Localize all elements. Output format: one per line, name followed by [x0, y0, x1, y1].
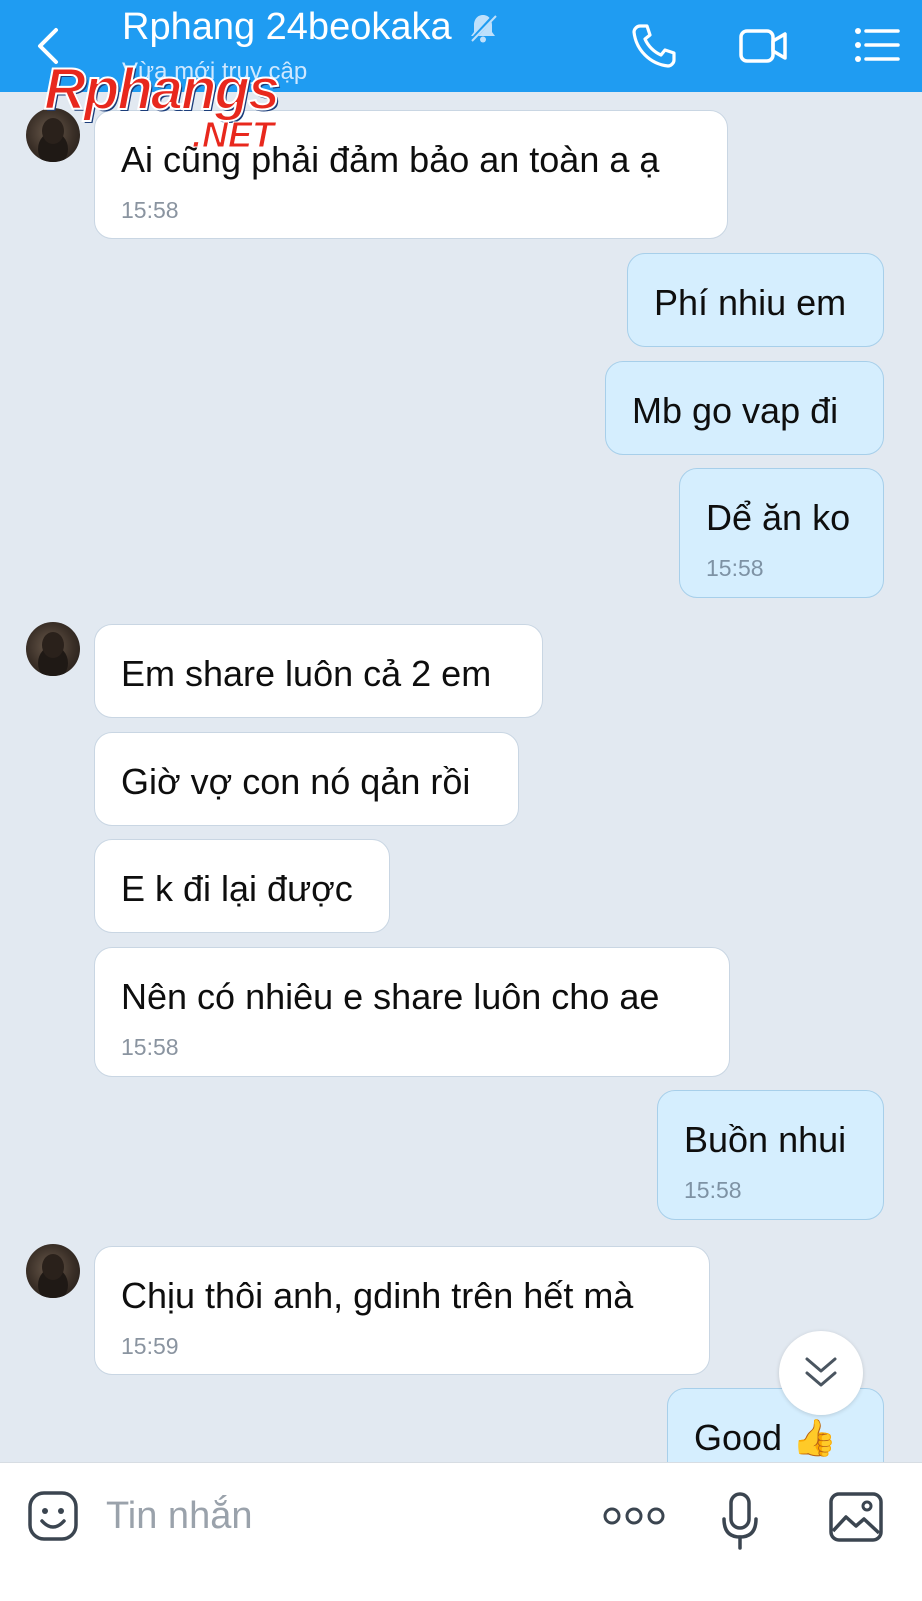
message-time: 15:59	[121, 1333, 179, 1359]
avatar[interactable]	[26, 108, 80, 162]
message-text: Em share luôn cả 2 em	[121, 653, 492, 694]
message-time: 15:58	[706, 555, 764, 581]
avatar[interactable]	[26, 622, 80, 676]
chat-title-wrap[interactable]: Rphang 24beokaka	[122, 6, 498, 49]
scroll-to-bottom-button[interactable]	[779, 1331, 863, 1415]
message-time: 15:58	[121, 197, 179, 223]
message-time: 15:58	[684, 1177, 742, 1203]
message-bubble-incoming[interactable]: Chịu thôi anh, gdinh trên hết mà 15:59	[94, 1246, 710, 1375]
message-text: Chịu thôi anh, gdinh trên hết mà	[121, 1275, 634, 1316]
message-text: Dể ăn ko	[706, 497, 851, 538]
message-bubble-incoming[interactable]: E k đi lại được	[94, 839, 390, 933]
message-composer	[0, 1462, 922, 1601]
message-bubble-incoming[interactable]: Ai cũng phải đảm bảo an toàn a ạ 15:58	[94, 110, 728, 239]
chat-header: Rphang 24beokaka Vừa mới truy cập	[0, 0, 922, 92]
list-menu-icon[interactable]	[852, 20, 904, 72]
double-chevron-down-icon	[805, 1357, 837, 1387]
message-bubble-outgoing[interactable]: Dể ăn ko 15:58	[679, 468, 884, 598]
message-bubble-incoming[interactable]: Giờ vợ con nó qản rồi	[94, 732, 519, 826]
message-text: E k đi lại được	[121, 868, 353, 909]
more-dots-icon[interactable]	[602, 1503, 666, 1529]
emoji-icon[interactable]	[26, 1489, 80, 1543]
message-text: Mb go vap đi	[632, 390, 839, 431]
message-bubble-outgoing[interactable]: Phí nhiu em	[627, 253, 884, 347]
chevron-left-icon[interactable]	[30, 22, 66, 70]
message-text: Buồn nhui	[684, 1119, 847, 1160]
last-seen-status: Vừa mới truy cập	[122, 58, 308, 85]
message-text: Ai cũng phải đảm bảo an toàn a ạ	[121, 139, 660, 180]
message-bubble-incoming[interactable]: Nên có nhiêu e share luôn cho ae 15:58	[94, 947, 730, 1077]
message-text: Giờ vợ con nó qản rồi	[121, 761, 471, 802]
message-text: Good 👍	[694, 1417, 837, 1458]
phone-icon[interactable]	[628, 20, 680, 72]
message-input[interactable]	[104, 1487, 568, 1545]
message-text: Phí nhiu em	[654, 282, 847, 323]
message-text: Nên có nhiêu e share luôn cho ae	[121, 976, 660, 1017]
message-time: 15:58	[121, 1034, 179, 1060]
message-bubble-incoming[interactable]: Em share luôn cả 2 em	[94, 624, 543, 718]
image-icon[interactable]	[828, 1491, 884, 1543]
message-bubble-outgoing[interactable]: Buồn nhui 15:58	[657, 1090, 884, 1220]
video-camera-icon[interactable]	[738, 20, 790, 72]
bell-off-icon	[469, 13, 497, 42]
avatar[interactable]	[26, 1244, 80, 1298]
message-bubble-outgoing[interactable]: Mb go vap đi	[605, 361, 884, 455]
contact-name: Rphang 24beokaka	[122, 6, 452, 48]
microphone-icon[interactable]	[720, 1491, 760, 1551]
